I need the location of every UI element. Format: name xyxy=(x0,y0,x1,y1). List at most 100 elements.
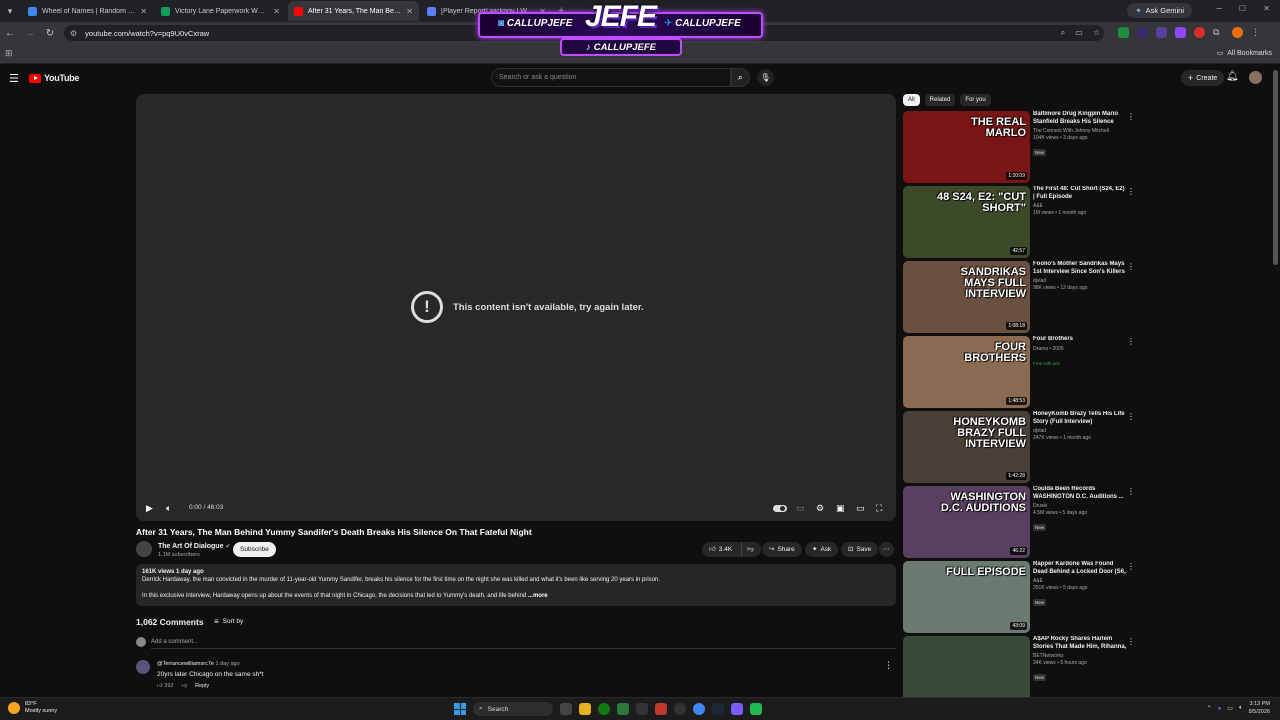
video-menu-icon[interactable]: ⋮ xyxy=(1127,337,1135,346)
back-arrow-icon[interactable]: ← xyxy=(0,28,20,39)
app-icon-11[interactable] xyxy=(750,703,762,715)
video-menu-icon[interactable]: ⋮ xyxy=(1127,562,1135,571)
chip-for-you[interactable]: For you xyxy=(960,94,991,106)
settings-gear-icon[interactable]: ⚙ xyxy=(816,503,824,514)
browser-tab[interactable]: After 31 Years, The Man Behind ✕ xyxy=(288,1,419,21)
subtitles-icon[interactable]: ▭ xyxy=(796,503,805,514)
tray-chevron-icon[interactable]: ⌃ xyxy=(1207,705,1212,712)
video-menu-icon[interactable]: ⋮ xyxy=(1127,187,1135,196)
video-menu-icon[interactable]: ⋮ xyxy=(1127,112,1135,121)
file-explorer-icon[interactable] xyxy=(579,703,591,715)
ask-button[interactable]: ✦ Ask xyxy=(805,542,839,557)
app-icon-10[interactable] xyxy=(731,703,743,715)
play-icon[interactable]: ▶ xyxy=(146,503,153,514)
clock[interactable]: 3:13 PM 8/5/2026 xyxy=(1249,701,1270,716)
close-window-icon[interactable]: ✕ xyxy=(1263,4,1270,13)
video-menu-icon[interactable]: ⋮ xyxy=(1127,262,1135,271)
video-thumbnail[interactable]: THE REAL MARLO 1:20:09 xyxy=(903,111,1030,183)
app-icon-6[interactable] xyxy=(655,703,667,715)
video-menu-icon[interactable]: ⋮ xyxy=(1127,487,1135,496)
fullscreen-icon[interactable]: ⛶ xyxy=(876,503,882,514)
video-title[interactable]: Rapper Kardone Was Found Dead Behind a L… xyxy=(1033,561,1128,576)
recommended-video[interactable]: 48 S24, E2: "CUT SHORT" 42:57 The First 48… xyxy=(903,186,1138,258)
volume-icon[interactable]: 🔈︎ xyxy=(166,503,171,514)
search-button[interactable]: ⌕ xyxy=(731,68,750,87)
video-thumbnail[interactable]: WASHINGTON D.C. AUDITIONS 46:22 xyxy=(903,486,1030,558)
channel-name[interactable]: Druski xyxy=(1033,503,1128,509)
browser-tab[interactable]: Wheel of Names | Random name ✕ xyxy=(22,1,153,21)
recommended-video[interactable]: FOUR BROTHERS 1:48:53 Four Brothers Drama •… xyxy=(903,336,1138,408)
channel-name[interactable]: The Connect With Johnny Mitchell xyxy=(1033,128,1128,134)
save-button[interactable]: ⊡ Save xyxy=(841,542,879,557)
chip-related[interactable]: Related xyxy=(924,94,956,106)
channel-name[interactable]: djvlad xyxy=(1033,428,1128,434)
twitch-extension-icon[interactable] xyxy=(1175,27,1186,38)
recommended-video[interactable]: WASHINGTON D.C. AUDITIONS 46:22 Coulda Bee… xyxy=(903,486,1138,558)
add-comment-input[interactable]: Add a comment... xyxy=(151,639,198,645)
steam-icon[interactable] xyxy=(712,703,724,715)
app-icon-4[interactable] xyxy=(617,703,629,715)
video-thumbnail[interactable]: FULL EPISODE 43:09 xyxy=(903,561,1030,633)
chrome-menu-icon[interactable]: ⋮ xyxy=(1251,27,1260,38)
video-title[interactable]: Foolio's Mother Sandrikas Mays 1st Inter… xyxy=(1033,261,1128,276)
close-tab-icon[interactable]: ✕ xyxy=(273,7,280,16)
extensions-puzzle-icon[interactable]: ⧉ xyxy=(1213,27,1224,38)
taskbar-search[interactable]: ⌕ Search xyxy=(473,702,553,716)
ask-gemini-button[interactable]: ✦ Ask Gemini xyxy=(1127,3,1192,18)
recommended-video[interactable]: SANDRIKAS MAYS FULL INTERVIEW 1:08:18 Fool… xyxy=(903,261,1138,333)
video-thumbnail[interactable]: SANDRIKAS MAYS FULL INTERVIEW 1:08:18 xyxy=(903,261,1030,333)
autoplay-toggle[interactable] xyxy=(773,505,787,512)
comment-reply-button[interactable]: Reply xyxy=(195,683,209,689)
video-description[interactable]: 161K views 1 day ago Derrick Hardaway, t… xyxy=(136,564,896,606)
video-title[interactable]: Coulda Been Records WASHINGTON D.C. Audi… xyxy=(1033,486,1128,501)
dislike-button[interactable]: 👎︎ xyxy=(741,542,754,557)
video-title[interactable]: Baltimore Drug Kingpin Mario Stanfield B… xyxy=(1033,111,1128,126)
add-comment-box[interactable]: Add a comment... xyxy=(136,637,896,649)
voice-search-button[interactable]: 🎙 xyxy=(757,69,774,86)
weather-widget[interactable]: 83°F Mostly sunny xyxy=(8,701,57,715)
chip-all[interactable]: All xyxy=(903,94,920,106)
cast-icon[interactable]: ▭ xyxy=(1075,28,1083,38)
chrome-icon[interactable] xyxy=(693,703,705,715)
video-thumbnail[interactable]: HONEYKOMB BRAZY FULL INTERVIEW 1:42:28 xyxy=(903,411,1030,483)
app-icon-5[interactable] xyxy=(636,703,648,715)
extension-1-icon[interactable] xyxy=(1118,27,1129,38)
share-button[interactable]: ↪ Share xyxy=(762,542,802,557)
sort-by-button[interactable]: ≡ Sort by xyxy=(214,617,243,626)
video-thumbnail[interactable]: FOUR BROTHERS 1:48:53 xyxy=(903,336,1030,408)
recommended-video[interactable]: FULL EPISODE 43:09 Rapper Kardone Was Foun… xyxy=(903,561,1138,633)
xbox-icon[interactable] xyxy=(598,703,610,715)
channel-avatar[interactable] xyxy=(136,541,152,557)
commenter-avatar[interactable] xyxy=(136,660,150,674)
task-view-icon[interactable] xyxy=(560,703,572,715)
youtube-logo[interactable]: YouTube xyxy=(29,73,79,83)
profile-avatar-icon[interactable] xyxy=(1232,27,1243,38)
bookmark-star-icon[interactable]: ☆ xyxy=(1093,28,1100,38)
windows-start-icon[interactable] xyxy=(454,703,466,715)
comment-menu-icon[interactable]: ⋮ xyxy=(884,660,893,671)
video-player[interactable]: ! This content isn't available, try agai… xyxy=(136,94,896,521)
video-menu-icon[interactable]: ⋮ xyxy=(1127,412,1135,421)
more-actions-button[interactable]: ⋯ xyxy=(879,542,894,557)
tray-app-icon[interactable]: ● xyxy=(1218,706,1222,712)
comment-author[interactable]: @Terrancewilliamsrc7e 1 day ago xyxy=(157,661,240,667)
speaker-icon[interactable]: 🔈︎ xyxy=(1239,705,1243,712)
channel-name[interactable]: djvlad xyxy=(1033,278,1128,284)
page-scrollbar[interactable] xyxy=(1273,70,1278,265)
comment-dislike-button[interactable]: 👎︎ xyxy=(181,683,187,689)
video-title[interactable]: HoneyKomb Brazy Tells His Life Story (Fu… xyxy=(1033,411,1128,426)
recommended-video[interactable]: THE REAL MARLO 1:20:09 Baltimore Drug King… xyxy=(903,111,1138,183)
notifications-bell-icon[interactable]: 🔔︎ xyxy=(1226,71,1239,82)
video-menu-icon[interactable]: ⋮ xyxy=(1127,637,1135,646)
create-button[interactable]: + Create xyxy=(1181,70,1225,86)
all-bookmarks-button[interactable]: ▭ All Bookmarks xyxy=(1217,49,1272,58)
miniplayer-icon[interactable]: ▣ xyxy=(836,503,845,514)
extension-5-icon[interactable] xyxy=(1194,27,1205,38)
app-icon-7[interactable] xyxy=(674,703,686,715)
channel-name[interactable]: The Art Of Dialogue ✔ xyxy=(158,543,230,550)
extension-3-icon[interactable] xyxy=(1156,27,1167,38)
theater-mode-icon[interactable]: ▭ xyxy=(856,503,865,514)
browser-tab[interactable]: Victory Lane Paperwork WCRP ✕ xyxy=(155,1,286,21)
recommended-video[interactable]: HONEYKOMB BRAZY FULL INTERVIEW 1:42:28 Hon… xyxy=(903,411,1138,483)
site-info-icon[interactable]: ⚙ xyxy=(70,29,77,38)
